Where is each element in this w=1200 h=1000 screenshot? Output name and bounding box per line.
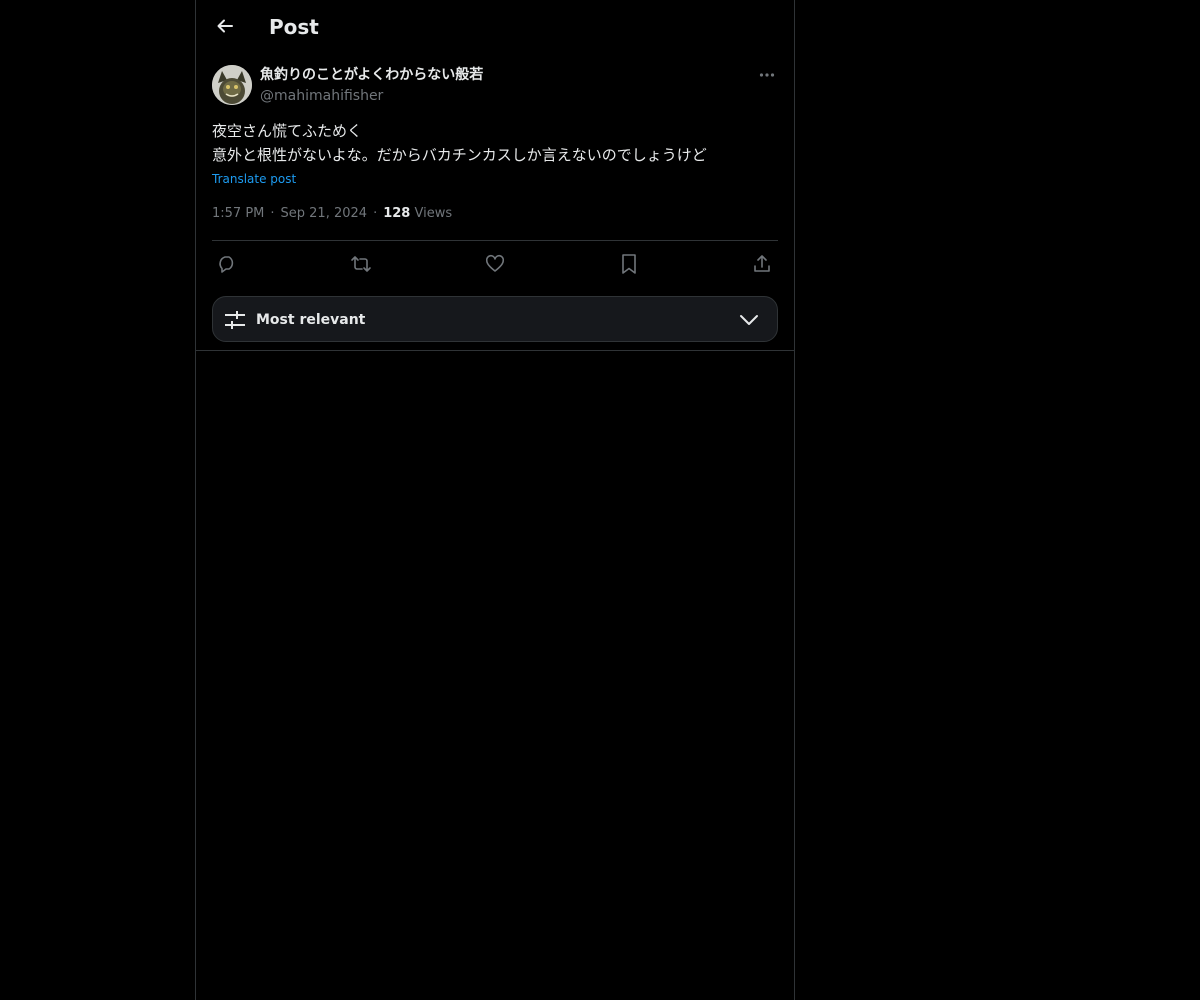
bookmark-button[interactable]: [614, 250, 644, 278]
author-handle[interactable]: @mahimahifisher: [260, 86, 383, 106]
back-button[interactable]: [208, 9, 242, 43]
meta-separator: ·: [270, 206, 275, 221]
post-time[interactable]: 1:57 PM: [212, 206, 264, 221]
sort-label: Most relevant: [256, 312, 366, 328]
reply-button[interactable]: [212, 250, 242, 278]
heart-icon: [485, 254, 505, 272]
repost-button[interactable]: [346, 250, 376, 278]
avatar-image: [212, 65, 252, 105]
chevron-down-icon: [740, 315, 758, 325]
main-column: Post 魚釣りのことがよくわからない般若 @mahimahifisher 夜空…: [195, 0, 795, 1000]
section-divider: [196, 350, 794, 351]
post-author: 魚釣りのことがよくわからない般若 @mahimahifisher: [212, 65, 778, 109]
arrow-left-icon: [217, 19, 233, 33]
post-date[interactable]: Sep 21, 2024: [281, 206, 368, 221]
post-text-line: 夜空さん慌てふためく: [212, 122, 363, 140]
views-count[interactable]: 128: [383, 206, 410, 221]
more-options-button[interactable]: [756, 65, 778, 85]
repost-icon: [351, 256, 371, 272]
page-header: Post: [196, 0, 794, 53]
author-display-name[interactable]: 魚釣りのことがよくわからない般若: [260, 65, 483, 85]
translate-post-link[interactable]: Translate post: [212, 170, 296, 188]
post-actions: [212, 250, 778, 278]
avatar[interactable]: [212, 65, 252, 105]
views-label: Views: [414, 206, 453, 221]
more-horizontal-icon: [759, 73, 775, 77]
divider: [212, 240, 778, 241]
post-text-line: 意外と根性がないよな。だからバカチンカスしか言えないのでしょうけど: [212, 146, 707, 164]
meta-separator: ·: [373, 206, 378, 221]
like-button[interactable]: [480, 250, 510, 278]
sliders-icon: [225, 311, 245, 329]
reply-icon: [219, 256, 234, 273]
post-metadata: 1:57 PM · Sep 21, 2024 · 128 Views: [212, 204, 452, 224]
bookmark-icon: [622, 254, 636, 274]
post-text: 夜空さん慌てふためく 意外と根性がないよな。だからバカチンカスしか言えないのでし…: [212, 119, 782, 167]
share-button[interactable]: [747, 250, 777, 278]
page-title: Post: [269, 15, 319, 39]
share-icon: [754, 255, 770, 272]
reply-sort-dropdown[interactable]: Most relevant: [212, 296, 778, 342]
